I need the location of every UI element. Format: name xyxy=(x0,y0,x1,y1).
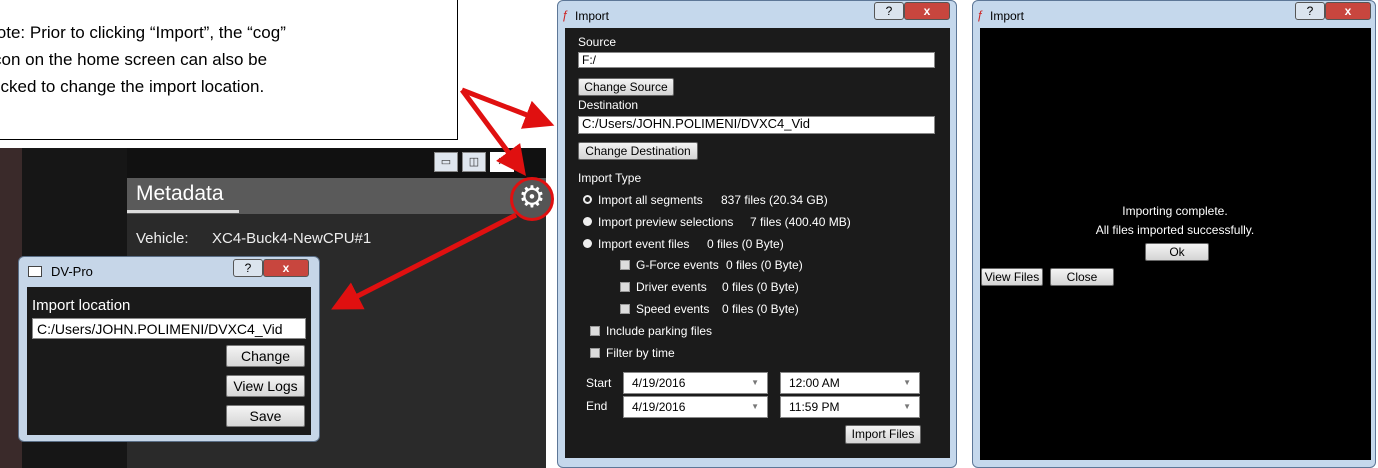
arrow-to-import-location xyxy=(331,212,518,310)
annotation-arrows xyxy=(331,87,555,310)
